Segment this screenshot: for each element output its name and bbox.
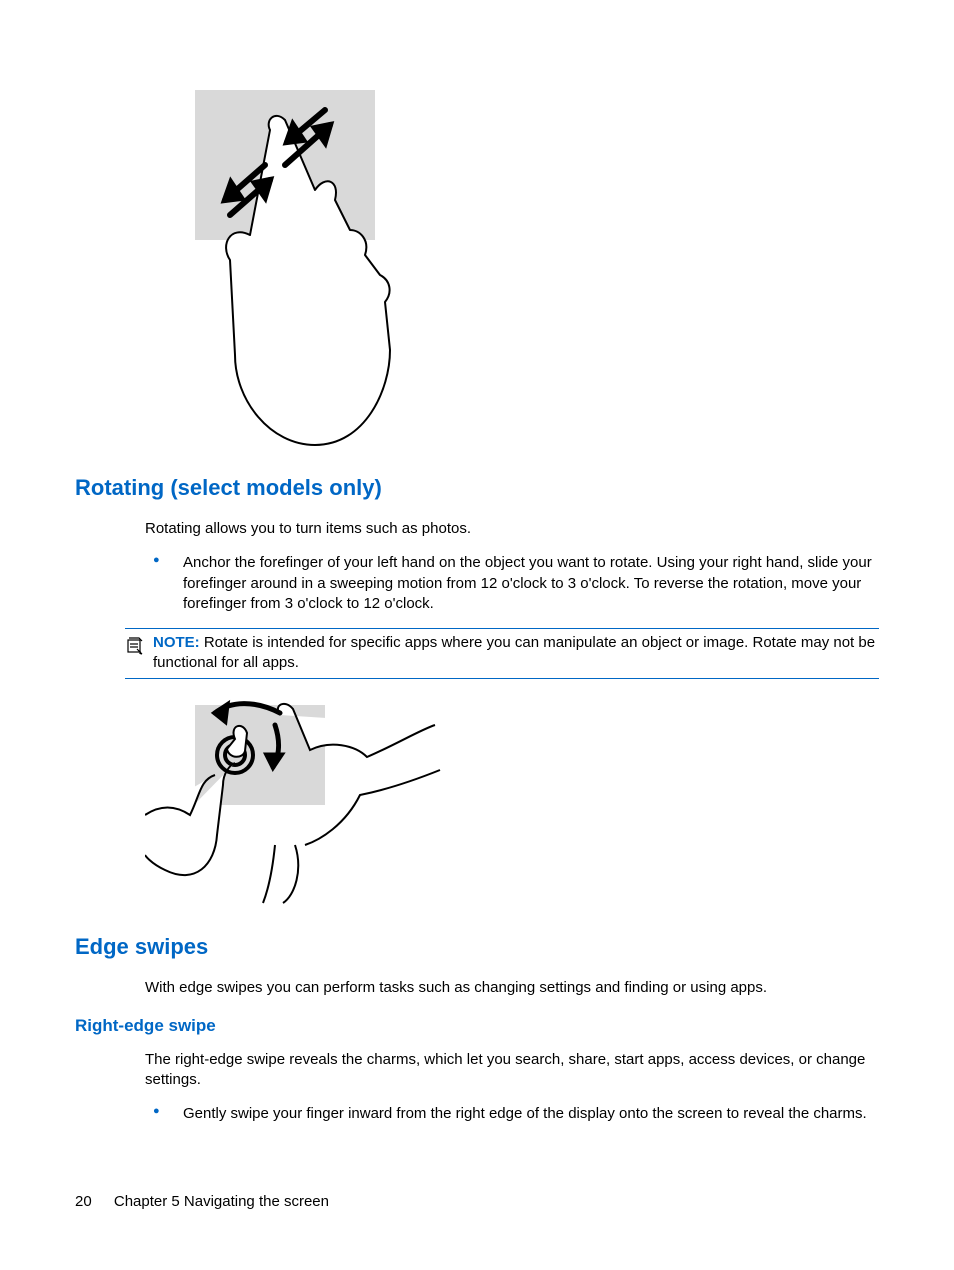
note-box-rotate: NOTE: Rotate is intended for specific ap…	[125, 628, 879, 679]
rotating-intro: Rotating allows you to turn items such a…	[145, 519, 879, 539]
edge-swipes-intro: With edge swipes you can perform tasks s…	[145, 978, 879, 998]
rotating-bullet-1: Anchor the forefinger of your left hand …	[145, 553, 879, 614]
note-icon	[125, 633, 147, 674]
note-body: Rotate is intended for specific apps whe…	[153, 634, 875, 671]
right-edge-swipe-bullets: Gently swipe your finger inward from the…	[145, 1104, 879, 1124]
figure-pinch-zoom	[175, 80, 879, 455]
note-label: NOTE:	[153, 634, 200, 651]
right-edge-swipe-bullet-1: Gently swipe your finger inward from the…	[145, 1104, 879, 1124]
right-edge-swipe-intro: The right-edge swipe reveals the charms,…	[145, 1050, 879, 1091]
chapter-label: Chapter 5 Navigating the screen	[114, 1193, 329, 1210]
heading-right-edge-swipe: Right-edge swipe	[75, 1016, 879, 1036]
heading-rotating: Rotating (select models only)	[75, 475, 879, 501]
note-text: NOTE: Rotate is intended for specific ap…	[153, 633, 879, 674]
figure-rotate	[145, 695, 879, 910]
page-number: 20	[75, 1193, 92, 1210]
page-footer: 20 Chapter 5 Navigating the screen	[75, 1193, 329, 1210]
rotating-bullets: Anchor the forefinger of your left hand …	[145, 553, 879, 614]
heading-edge-swipes: Edge swipes	[75, 934, 879, 960]
